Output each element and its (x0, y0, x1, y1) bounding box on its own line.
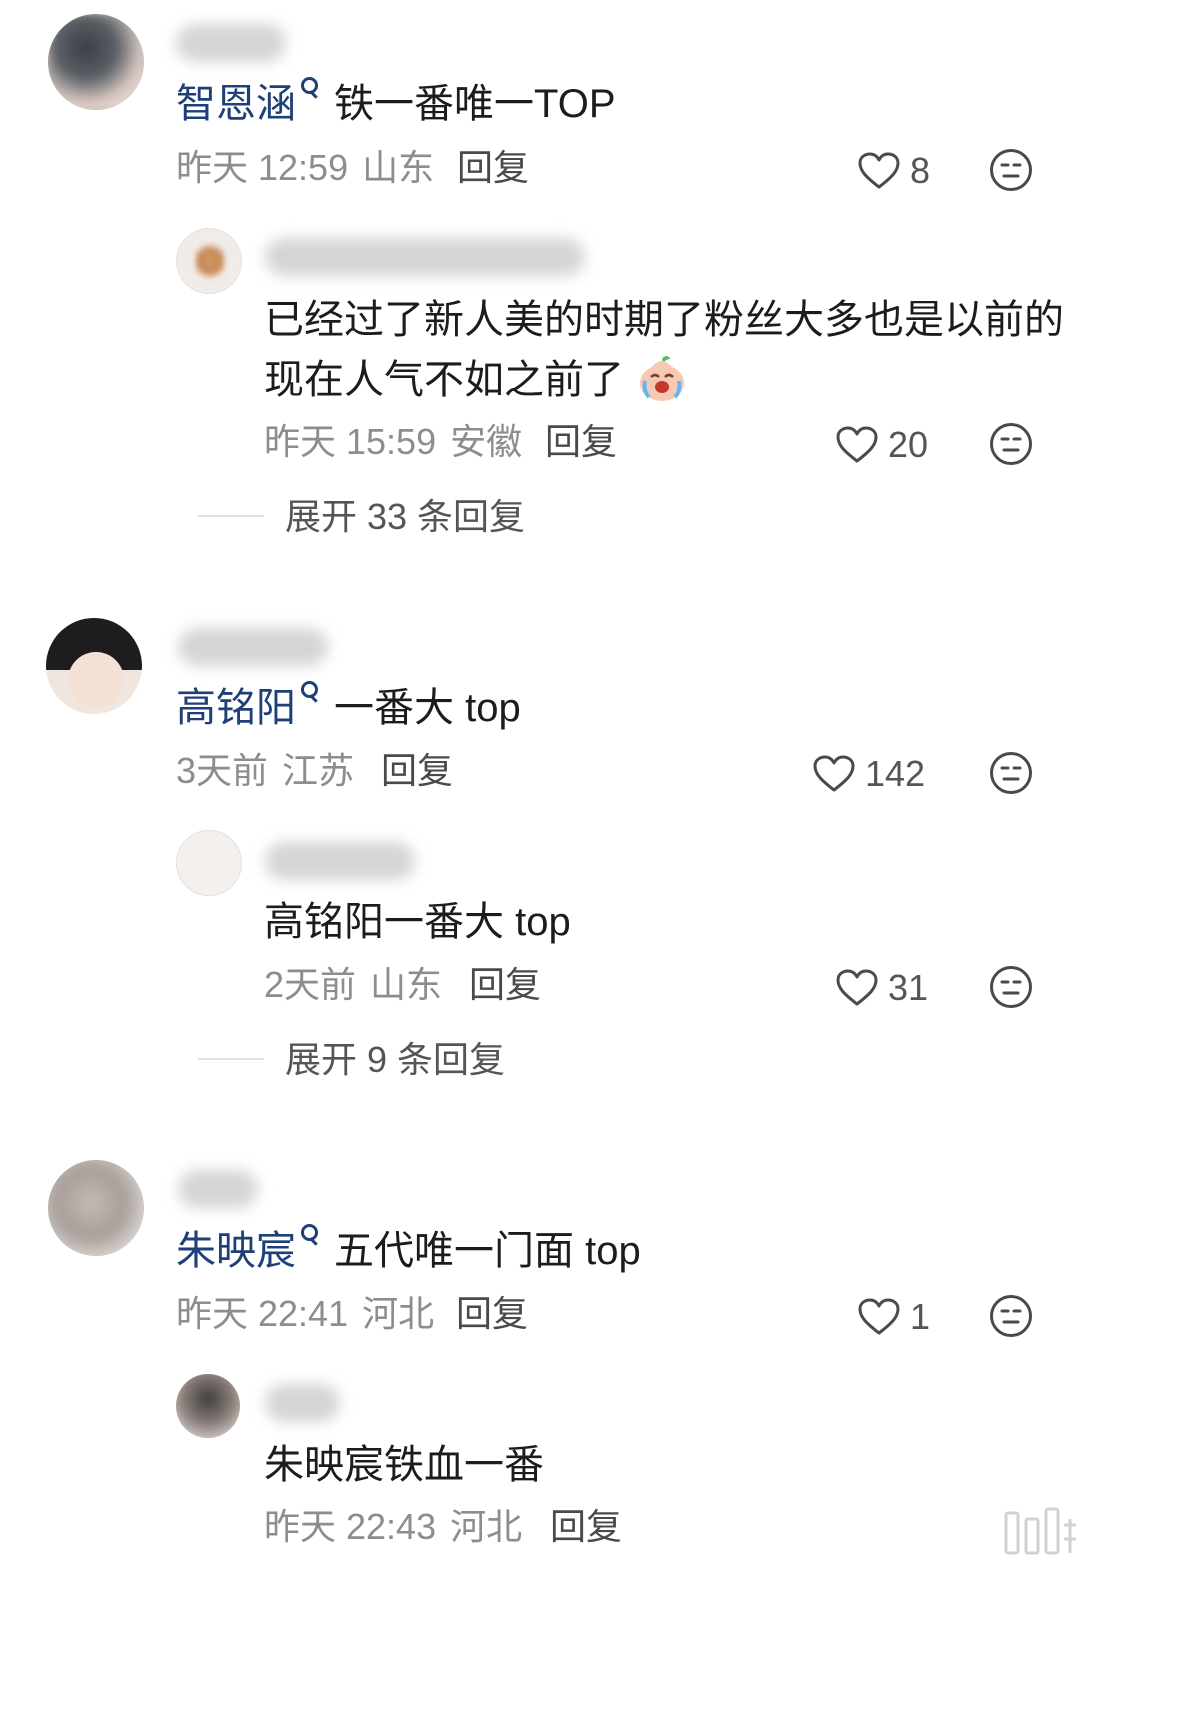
like-button[interactable]: 142 (813, 749, 925, 799)
reply-meta: 昨天 15:59 安徽 (264, 417, 522, 467)
reply-text-line: 已经过了新人美的时期了粉丝大多也是以前的 (264, 298, 1064, 342)
location: 山东 (362, 147, 435, 188)
heart-icon (836, 969, 878, 1006)
location: 河北 (450, 1506, 523, 1547)
like-button[interactable]: 8 (858, 146, 930, 196)
timestamp: 3天前 (176, 750, 269, 791)
heart-icon (858, 1298, 900, 1335)
like-button[interactable]: 31 (836, 963, 928, 1013)
crying-face-emoji (640, 356, 685, 401)
avatar[interactable] (48, 1160, 144, 1256)
dislike-face-icon[interactable] (989, 751, 1033, 795)
comment-meta: 昨天 22:41 河北 (176, 1289, 434, 1339)
mention-link[interactable]: 智恩涵 (176, 82, 296, 126)
comment-content: 朱映宸 五代唯一门面 top (176, 1219, 641, 1283)
reply-content: 高铭阳一番大 top (264, 890, 571, 954)
timestamp: 昨天 15:59 (264, 421, 437, 462)
blurred-username[interactable] (265, 238, 585, 276)
timestamp: 2天前 (264, 964, 357, 1005)
comment-text: 五代唯一门面 top (334, 1229, 641, 1273)
reply-button[interactable]: 回复 (545, 417, 617, 467)
reply-content: 朱映宸铁血一番 (264, 1433, 544, 1497)
blurred-username[interactable] (265, 842, 415, 880)
like-count: 20 (888, 424, 929, 465)
like-button[interactable]: 1 (858, 1292, 930, 1342)
like-count: 31 (888, 967, 929, 1008)
reply-button[interactable]: 回复 (469, 960, 541, 1010)
reply-avatar[interactable] (176, 228, 242, 294)
location: 河北 (362, 1293, 435, 1334)
reply-meta: 昨天 22:43 河北 (264, 1502, 522, 1552)
comment-meta: 3天前 江苏 (176, 746, 354, 796)
avatar[interactable] (46, 618, 142, 714)
blurred-username[interactable] (178, 1170, 258, 1208)
divider (198, 515, 264, 517)
timestamp: 昨天 22:43 (264, 1506, 437, 1547)
reply-text-line: 高铭阳一番大 top (264, 900, 571, 944)
watermark-logo (1004, 1507, 1076, 1555)
reply-button[interactable]: 回复 (456, 1289, 528, 1339)
comment-content: 智恩涵 铁一番唯一TOP (176, 72, 616, 136)
comment-content: 高铭阳 一番大 top (176, 676, 521, 740)
expand-replies-button[interactable]: 展开 9 条回复 (285, 1035, 505, 1085)
location: 安徽 (450, 421, 523, 462)
divider (198, 1058, 264, 1060)
reply-text-line: 现在人气不如之前了 (264, 358, 624, 402)
dislike-face-icon[interactable] (989, 1294, 1033, 1338)
reply-meta: 2天前 山东 (264, 960, 442, 1010)
dislike-face-icon[interactable] (989, 148, 1033, 192)
reply-avatar[interactable] (176, 1374, 240, 1438)
dislike-face-icon[interactable] (989, 422, 1033, 466)
location: 江苏 (282, 750, 355, 791)
blurred-username[interactable] (176, 24, 286, 62)
search-icon[interactable] (300, 77, 318, 103)
avatar[interactable] (48, 14, 144, 110)
reply-button[interactable]: 回复 (381, 746, 453, 796)
reply-button[interactable]: 回复 (550, 1502, 622, 1552)
like-count: 8 (910, 150, 931, 191)
search-icon[interactable] (300, 1224, 318, 1250)
search-icon[interactable] (300, 681, 318, 707)
timestamp: 昨天 12:59 (176, 147, 349, 188)
heart-icon (836, 426, 878, 463)
reply-content: 已经过了新人美的时期了粉丝大多也是以前的 (264, 288, 1064, 352)
comment-text: 一番大 top (334, 686, 521, 730)
dislike-face-icon[interactable] (989, 965, 1033, 1009)
mention-link[interactable]: 高铭阳 (176, 686, 296, 730)
timestamp: 昨天 22:41 (176, 1293, 349, 1334)
reply-avatar[interactable] (176, 830, 242, 896)
comment-text: 铁一番唯一TOP (334, 82, 616, 126)
like-button[interactable]: 20 (836, 420, 928, 470)
like-count: 1 (910, 1296, 931, 1337)
heart-icon (858, 152, 900, 189)
expand-replies-button[interactable]: 展开 33 条回复 (285, 492, 525, 542)
comment-meta: 昨天 12:59 山东 (176, 143, 434, 193)
reply-text-line: 朱映宸铁血一番 (264, 1443, 544, 1487)
blurred-username[interactable] (178, 628, 328, 666)
like-count: 142 (865, 753, 926, 794)
location: 山东 (370, 964, 443, 1005)
reply-button[interactable]: 回复 (457, 143, 529, 193)
reply-content: 现在人气不如之前了 (264, 348, 687, 412)
heart-icon (813, 755, 855, 792)
mention-link[interactable]: 朱映宸 (176, 1229, 296, 1273)
blurred-username[interactable] (265, 1384, 340, 1422)
